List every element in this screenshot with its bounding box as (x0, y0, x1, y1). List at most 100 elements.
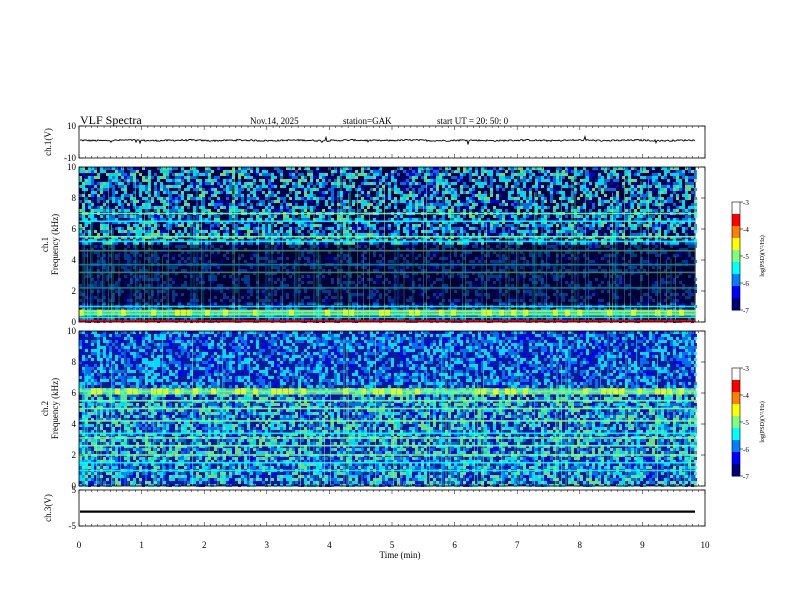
psd-cell (328, 233, 331, 236)
psd-cell (511, 203, 514, 206)
psd-cell (496, 170, 499, 173)
psd-cell (631, 188, 634, 191)
psd-cell (343, 173, 346, 176)
psd-cell (220, 167, 223, 170)
psd-cell (112, 200, 115, 203)
psd-cell (265, 206, 268, 209)
psd-cell (121, 188, 124, 191)
psd-cell (118, 170, 121, 173)
psd-cell (85, 200, 88, 203)
psd-cell (112, 197, 115, 200)
psd-cell (535, 224, 538, 227)
psd-cell (310, 176, 313, 179)
psd-cell (217, 197, 220, 200)
psd-cell (214, 194, 217, 197)
psd-cell (142, 176, 145, 179)
psd-cell (268, 185, 271, 188)
psd-cell (115, 197, 118, 200)
psd-cell (292, 227, 295, 230)
psd-cell (196, 173, 199, 176)
psd-cell (115, 191, 118, 194)
psd-cell (430, 182, 433, 185)
psd-cell (244, 227, 247, 230)
psd-cell (343, 209, 346, 212)
psd-cell (310, 206, 313, 209)
psd-cell (325, 227, 328, 230)
psd-cell (241, 197, 244, 200)
psd-cell (505, 179, 508, 182)
psd-cell (304, 179, 307, 182)
psd-cell (250, 191, 253, 194)
psd-cell (178, 230, 181, 233)
header-date: Nov.14, 2025 (250, 116, 299, 126)
psd-cell (190, 224, 193, 227)
psd-cell (457, 227, 460, 230)
psd-cell (496, 173, 499, 176)
psd-cell (277, 170, 280, 173)
psd-cell (178, 224, 181, 227)
psd-cell (493, 179, 496, 182)
psd-cell (112, 173, 115, 176)
psd-cell (592, 206, 595, 209)
psd-cell (106, 167, 109, 170)
psd-cell (307, 188, 310, 191)
psd-cell (217, 209, 220, 212)
psd-cell (598, 209, 601, 212)
psd-cell (139, 215, 142, 218)
psd-cell (130, 170, 133, 173)
psd-cell (574, 191, 577, 194)
psd-cell (163, 224, 166, 227)
psd-cell (160, 176, 163, 179)
psd-cell (94, 206, 97, 209)
psd-cell (148, 230, 151, 233)
psd-cell (586, 194, 589, 197)
psd-cell (124, 209, 127, 212)
psd-cell (286, 230, 289, 233)
psd-cell (340, 209, 343, 212)
psd-cell (130, 173, 133, 176)
psd-cell (484, 179, 487, 182)
psd-cell (163, 176, 166, 179)
psd-cell (367, 173, 370, 176)
psd-cell (604, 194, 607, 197)
psd-cell (643, 182, 646, 185)
psd-cell (598, 224, 601, 227)
psd-cell (286, 233, 289, 236)
psd-cell (598, 182, 601, 185)
psd-cell (457, 200, 460, 203)
psd-cell (508, 179, 511, 182)
psd-cell (613, 200, 616, 203)
psd-cell (430, 227, 433, 230)
psd-cell (175, 185, 178, 188)
psd-cell (427, 191, 430, 194)
psd-cell (571, 224, 574, 227)
psd-cell (538, 176, 541, 179)
psd-cell (481, 227, 484, 230)
psd-cell (334, 197, 337, 200)
psd-cell (361, 233, 364, 236)
psd-cell (394, 179, 397, 182)
psd-cell (436, 176, 439, 179)
psd-cell (457, 206, 460, 209)
psd-cell (544, 200, 547, 203)
psd-cell (250, 176, 253, 179)
psd-cell (169, 185, 172, 188)
psd-cell (127, 194, 130, 197)
psd-cell (91, 176, 94, 179)
psd-cell (328, 215, 331, 218)
psd-cell (241, 227, 244, 230)
psd-cell (448, 203, 451, 206)
psd-cell (250, 230, 253, 233)
psd-cell (202, 203, 205, 206)
psd-cell (466, 203, 469, 206)
psd-cell (118, 182, 121, 185)
psd-cell (100, 215, 103, 218)
psd-cell (88, 203, 91, 206)
psd-cell (376, 194, 379, 197)
psd-cell (478, 233, 481, 236)
psd-cell (121, 230, 124, 233)
psd-cell (316, 167, 319, 170)
psd-cell (550, 224, 553, 227)
psd-cell (304, 206, 307, 209)
psd-cell (259, 185, 262, 188)
